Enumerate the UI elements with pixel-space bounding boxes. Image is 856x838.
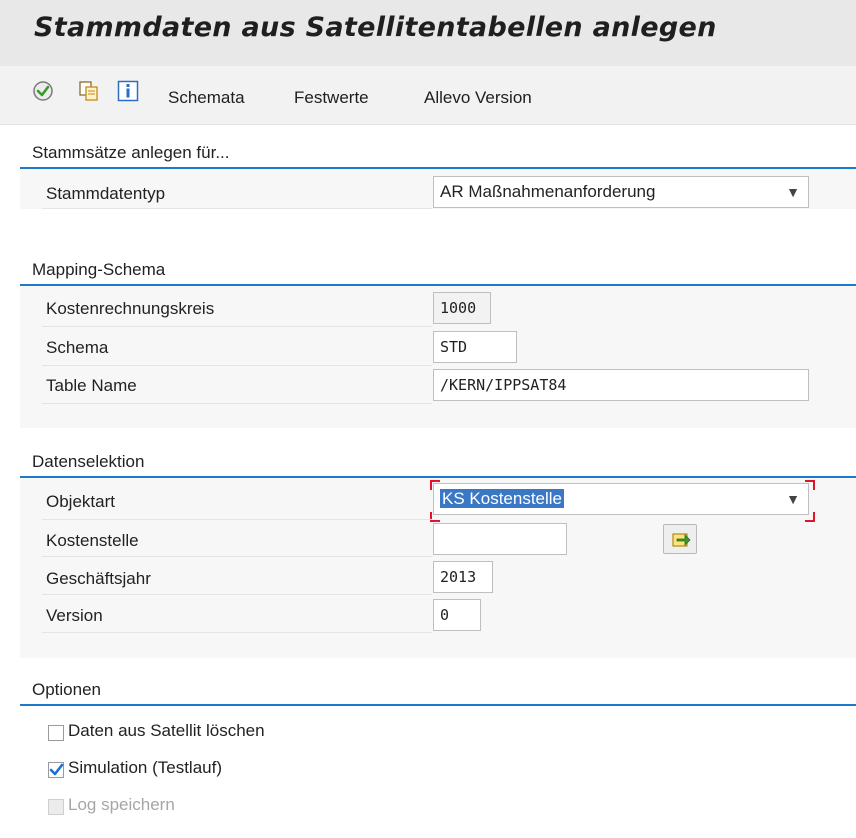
row-divider xyxy=(42,556,432,557)
focus-marker xyxy=(805,512,815,522)
version-field[interactable]: 0 xyxy=(433,599,481,631)
focus-marker xyxy=(430,480,440,490)
simulation-checkbox[interactable] xyxy=(48,762,64,778)
daten-loeschen-checkbox[interactable] xyxy=(48,725,64,741)
table-name-label: Table Name xyxy=(46,376,137,395)
group-title: Mapping-Schema xyxy=(20,256,856,286)
stammdatentyp-label: Stammdatentyp xyxy=(46,184,166,203)
multiple-selection-button[interactable] xyxy=(663,524,697,554)
version-label: Version xyxy=(46,606,103,625)
execute-icon[interactable] xyxy=(32,80,54,102)
stammdatentyp-select[interactable]: AR Maßnahmenanforderung ▼ xyxy=(433,176,809,208)
page-title: Stammdaten aus Satellitentabellen anlege… xyxy=(34,12,717,43)
geschaeftsjahr-label: Geschäftsjahr xyxy=(46,569,151,588)
geschaeftsjahr-field[interactable]: 2013 xyxy=(433,561,493,593)
row-divider xyxy=(42,519,432,520)
kokrs-label: Kostenrechnungskreis xyxy=(46,299,215,318)
group-title: Stammsätze anlegen für... xyxy=(20,139,856,169)
info-icon[interactable] xyxy=(117,80,139,102)
kostenstelle-field[interactable] xyxy=(433,523,567,555)
daten-loeschen-label: Daten aus Satellit löschen xyxy=(68,721,265,740)
focus-marker xyxy=(430,512,440,522)
row-divider xyxy=(42,403,432,404)
schema-label: Schema xyxy=(46,338,109,357)
stammdatentyp-value: AR Maßnahmenanforderung xyxy=(440,182,656,201)
log-speichern-label: Log speichern xyxy=(68,795,175,814)
multiple-selection-icon xyxy=(672,533,691,547)
row-divider xyxy=(42,632,432,633)
row-divider xyxy=(42,365,432,366)
row-divider xyxy=(42,594,432,595)
group-title: Optionen xyxy=(20,676,856,706)
objektart-value: KS Kostenstelle xyxy=(440,489,565,508)
kokrs-field: 1000 xyxy=(433,292,491,324)
objektart-select[interactable]: KS Kostenstelle ▼ xyxy=(433,483,809,515)
simulation-label: Simulation (Testlauf) xyxy=(68,758,223,777)
checkmark-icon xyxy=(49,763,64,776)
group-title: Datenselektion xyxy=(20,448,856,478)
row-divider xyxy=(42,326,432,327)
row-divider xyxy=(42,208,432,209)
schema-field[interactable]: STD xyxy=(433,331,517,363)
kostenstelle-label: Kostenstelle xyxy=(46,531,139,550)
allevo-version-button[interactable]: Allevo Version xyxy=(420,86,536,110)
copy-icon[interactable] xyxy=(78,80,100,102)
chevron-down-icon[interactable]: ▼ xyxy=(786,484,800,514)
objektart-label: Objektart xyxy=(46,492,115,511)
application-toolbar: Schemata Festwerte Allevo Version xyxy=(0,66,856,125)
schemata-button[interactable]: Schemata xyxy=(164,86,249,110)
title-bar: Stammdaten aus Satellitentabellen anlege… xyxy=(0,0,856,66)
table-name-field[interactable]: /KERN/IPPSAT84 xyxy=(433,369,809,401)
chevron-down-icon[interactable]: ▼ xyxy=(786,177,800,207)
focus-marker xyxy=(805,480,815,490)
log-speichern-checkbox xyxy=(48,799,64,815)
festwerte-button[interactable]: Festwerte xyxy=(290,86,373,110)
